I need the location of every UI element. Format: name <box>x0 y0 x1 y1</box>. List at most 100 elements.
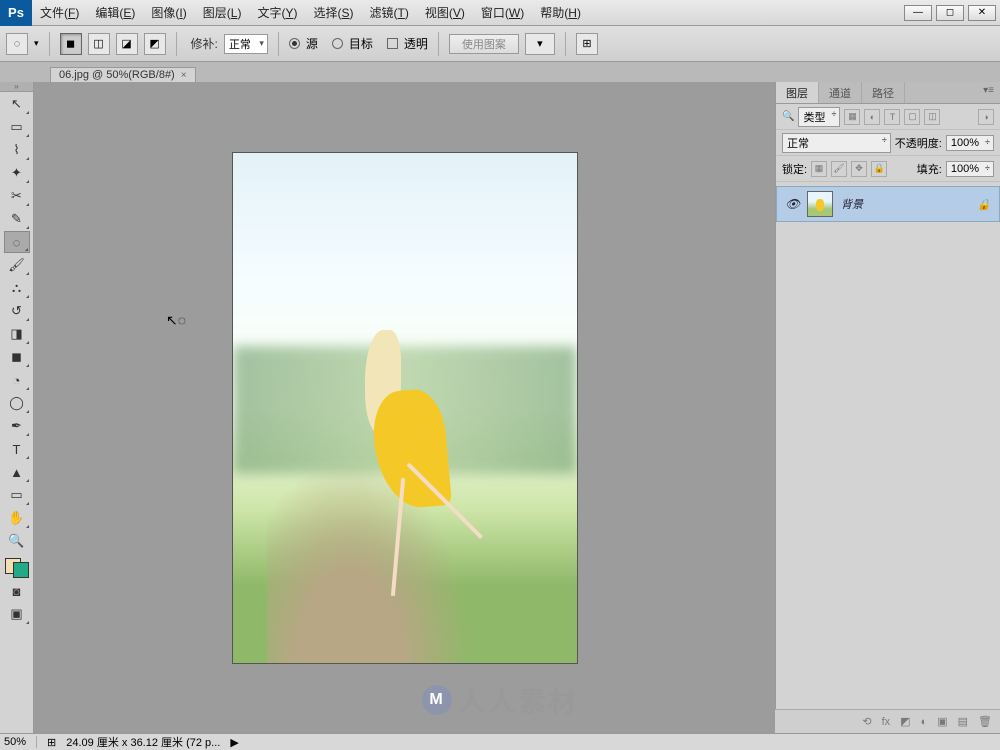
history-brush-tool[interactable]: ↺ <box>4 300 30 322</box>
close-tab-icon[interactable]: × <box>181 70 187 81</box>
link-layers-icon[interactable]: ⟲ <box>862 715 871 728</box>
window-controls: — ◻ ✕ <box>904 5 1000 21</box>
screenmode-tool[interactable]: ▣ <box>4 603 30 625</box>
marquee-tool[interactable]: ▭ <box>4 116 30 138</box>
path-select-tool[interactable]: ▲ <box>4 461 30 483</box>
layer-row-background[interactable]: 👁 背景 🔒 <box>776 186 1000 222</box>
move-tool[interactable]: ↖ <box>4 93 30 115</box>
adjust-layer-icon[interactable]: ◐ <box>921 716 928 728</box>
brush-tool[interactable]: 🖌 <box>4 254 30 276</box>
crop-tool[interactable]: ✂ <box>4 185 30 207</box>
zoom-tool[interactable]: 🔍 <box>4 530 30 552</box>
menu-image[interactable]: 图像(I) <box>143 4 194 21</box>
menu-file[interactable]: 文件(F) <box>32 4 87 21</box>
lock-move-icon[interactable]: ✥ <box>851 161 867 177</box>
menu-edit[interactable]: 编辑(E) <box>87 4 143 21</box>
canvas-viewport[interactable]: ↖◌ <box>34 82 775 733</box>
lock-all-icon[interactable]: 🔒 <box>871 161 887 177</box>
patch-tool[interactable]: ◌ <box>4 231 30 253</box>
filter-pixel-icon[interactable]: ▦ <box>844 109 860 125</box>
menu-bar: Ps 文件(F) 编辑(E) 图像(I) 图层(L) 文字(Y) 选择(S) 滤… <box>0 0 1000 26</box>
blend-row: 正常 不透明度: 100% <box>776 130 1000 156</box>
tab-channels[interactable]: 通道 <box>819 82 862 103</box>
lock-paint-icon[interactable]: 🖌 <box>831 161 847 177</box>
close-button[interactable]: ✕ <box>968 5 996 21</box>
source-label: 源 <box>306 35 318 52</box>
menu-help[interactable]: 帮助(H) <box>532 4 589 21</box>
group-icon[interactable]: ▣ <box>937 715 947 728</box>
lock-label: 锁定: <box>782 161 807 177</box>
separator <box>176 32 177 56</box>
source-radio[interactable] <box>289 38 300 49</box>
filter-type-icon[interactable]: T <box>884 109 900 125</box>
document-canvas[interactable] <box>233 153 577 663</box>
stamp-tool[interactable]: ⛬ <box>4 277 30 299</box>
new-layer-icon[interactable]: ▤ <box>958 715 968 728</box>
wand-tool[interactable]: ✦ <box>4 162 30 184</box>
target-radio[interactable] <box>332 38 343 49</box>
use-pattern-button[interactable]: 使用图案 <box>449 34 519 54</box>
patch-tool-icon[interactable]: ◌ <box>6 33 28 55</box>
type-tool[interactable]: T <box>4 438 30 460</box>
sel-new-icon[interactable]: ◼ <box>60 33 82 55</box>
fx-icon[interactable]: fx <box>882 716 891 728</box>
transparent-checkbox[interactable] <box>387 38 398 49</box>
toolbox-grip[interactable]: » <box>0 82 33 92</box>
tab-title: 06.jpg @ 50%(RGB/8#) <box>59 69 175 81</box>
app-logo: Ps <box>0 0 32 26</box>
background-color[interactable] <box>13 562 29 578</box>
pattern-swatch[interactable]: ▾ <box>525 33 555 55</box>
eraser-tool[interactable]: ◨ <box>4 323 30 345</box>
panels-dock: 图层 通道 路径 ▾≡ 🔍 类型 ▦ ◐ T ▢ ◫ ◑ 正常 不透明度: 10… <box>775 82 1000 733</box>
sel-add-icon[interactable]: ◫ <box>88 33 110 55</box>
menu-filter[interactable]: 滤镜(T) <box>362 4 417 21</box>
panel-menu-icon[interactable]: ▾≡ <box>977 82 1000 103</box>
layer-thumbnail[interactable] <box>807 191 833 217</box>
minimize-button[interactable]: — <box>904 5 932 21</box>
panel-tabs: 图层 通道 路径 ▾≡ <box>776 82 1000 104</box>
zoom-level[interactable]: 50% <box>4 736 37 748</box>
menu-view[interactable]: 视图(V) <box>417 4 473 21</box>
tab-layers[interactable]: 图层 <box>776 82 819 103</box>
status-arrow-icon[interactable]: ▶ <box>230 736 238 749</box>
trash-icon[interactable]: 🗑 <box>978 715 992 728</box>
diffusion-icon[interactable]: ⊞ <box>576 33 598 55</box>
patch-label: 修补: <box>191 35 218 52</box>
cursor-icon: ↖◌ <box>166 312 186 329</box>
filter-toggle[interactable]: ◑ <box>978 109 994 125</box>
hand-tool[interactable]: ✋ <box>4 507 30 529</box>
filter-adjust-icon[interactable]: ◐ <box>864 109 880 125</box>
lasso-tool[interactable]: ⌇ <box>4 139 30 161</box>
layers-panel-footer: ⟲ fx ◩ ◐ ▣ ▤ 🗑 <box>775 709 1000 733</box>
document-tab[interactable]: 06.jpg @ 50%(RGB/8#) × <box>50 67 196 82</box>
gradient-tool[interactable]: ◼ <box>4 346 30 368</box>
menu-type[interactable]: 文字(Y) <box>249 4 305 21</box>
dodge-tool[interactable]: ◯ <box>4 392 30 414</box>
layer-filter-kind[interactable]: 类型 <box>798 107 840 127</box>
shape-tool[interactable]: ▭ <box>4 484 30 506</box>
visibility-toggle-icon[interactable]: 👁 <box>785 197 799 211</box>
eyedropper-tool[interactable]: ✎ <box>4 208 30 230</box>
fill-value[interactable]: 100% <box>946 161 994 177</box>
lock-trans-icon[interactable]: ▦ <box>811 161 827 177</box>
pen-tool[interactable]: ✒ <box>4 415 30 437</box>
mask-icon[interactable]: ◩ <box>900 715 910 728</box>
opacity-value[interactable]: 100% <box>946 135 994 151</box>
blend-mode-select[interactable]: 正常 <box>782 133 891 153</box>
patch-mode-select[interactable]: 正常 <box>224 34 268 54</box>
sel-intersect-icon[interactable]: ◩ <box>144 33 166 55</box>
tab-paths[interactable]: 路径 <box>862 82 905 103</box>
filter-shape-icon[interactable]: ▢ <box>904 109 920 125</box>
blur-tool[interactable]: ◔ <box>4 369 30 391</box>
color-swatches[interactable] <box>5 558 29 578</box>
sel-sub-icon[interactable]: ◪ <box>116 33 138 55</box>
doc-dimensions: 24.09 厘米 x 36.12 厘米 (72 p... <box>66 734 220 750</box>
restore-button[interactable]: ◻ <box>936 5 964 21</box>
menu-layer[interactable]: 图层(L) <box>195 4 250 21</box>
menu-select[interactable]: 选择(S) <box>305 4 361 21</box>
filter-smart-icon[interactable]: ◫ <box>924 109 940 125</box>
chevron-down-icon[interactable]: ▾ <box>34 38 39 49</box>
expand-icon[interactable]: ⊞ <box>47 736 56 749</box>
menu-window[interactable]: 窗口(W) <box>473 4 532 21</box>
quickmask-tool[interactable]: ◙ <box>4 580 30 602</box>
